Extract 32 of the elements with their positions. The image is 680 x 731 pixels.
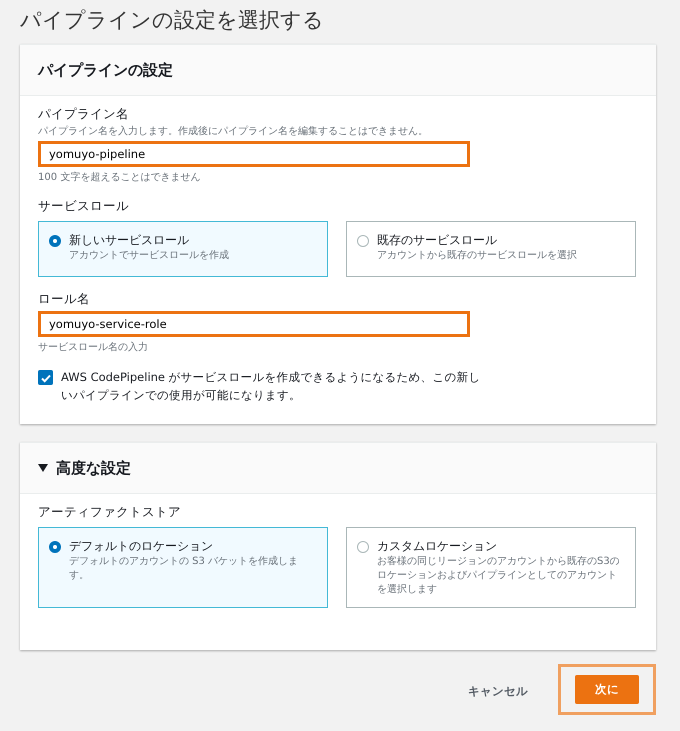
radio-tile[interactable]: デフォルトのロケーション デフォルトのアカウントの S3 バケットを作成します。 (38, 527, 328, 608)
option-title: 新しいサービスロール (69, 232, 190, 249)
option-title: デフォルトのロケーション (69, 538, 214, 555)
radio-tile[interactable]: 新しいサービスロール アカウントでサービスロールを作成 (38, 221, 328, 277)
option-description: アカウントから既存のサービスロールを選択 (377, 249, 577, 263)
radio-tile[interactable]: カスタムロケーション お客様の同じリージョンのアカウントから既存のS3のロケーションおよびパイプラインとしてのアカウントを選択します (346, 527, 636, 608)
radio-icon[interactable] (357, 541, 369, 553)
option-description: デフォルトのアカウントの S3 バケットを作成します。 (69, 555, 300, 583)
radio-icon[interactable] (357, 235, 369, 247)
field-label: サービスロール (38, 198, 130, 215)
field-hint: サービスロール名の入力 (38, 340, 149, 354)
radio-tile[interactable]: 既存のサービスロール アカウントから既存のサービスロールを選択 (346, 221, 636, 277)
option-description: アカウントでサービスロールを作成 (69, 249, 229, 263)
cancel-button[interactable]: キャンセル (462, 682, 534, 700)
field-label: ロール名 (38, 291, 91, 308)
section-title: パイプラインの設定 (38, 60, 173, 80)
field-label: パイプライン名 (38, 106, 130, 123)
radio-icon[interactable] (49, 235, 61, 247)
caret-icon[interactable] (38, 464, 48, 472)
option-description: お客様の同じリージョンのアカウントから既存のS3のロケーションおよびパイプラインとしてのアカウントを選択します (377, 555, 621, 597)
input-field[interactable]: yomuyo-pipeline (38, 141, 470, 167)
field-description: パイプライン名を入力します。作成後にパイプライン名を編集することはできません。 (38, 124, 429, 138)
section-title: 高度な設定 (56, 458, 131, 478)
input-field[interactable]: yomuyo-service-role (38, 311, 470, 337)
option-title: 既存のサービスロール (377, 232, 498, 249)
checkbox-label: AWS CodePipeline がサービスロールを作成できるようになるため、この新しいパイプラインでの使用が可能になります。 (61, 369, 481, 404)
radio-icon[interactable] (49, 541, 61, 553)
checkbox[interactable] (38, 370, 53, 385)
page-title: パイプラインの設定を選択する (20, 7, 325, 34)
option-title: カスタムロケーション (377, 538, 498, 555)
field-hint: 100 文字を超えることはできません (38, 170, 202, 184)
field-label: アーティファクトストア (38, 504, 182, 521)
